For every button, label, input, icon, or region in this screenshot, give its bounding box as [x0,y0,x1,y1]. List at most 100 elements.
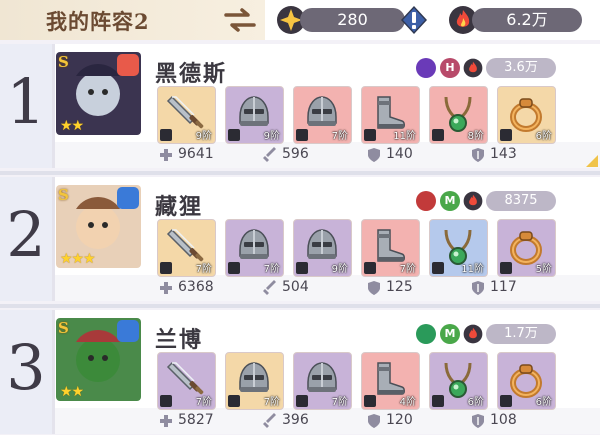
equipment-slot[interactable]: 9阶 [157,86,216,144]
equipment-slot[interactable]: 7阶 [361,219,420,277]
equipment-slot[interactable]: 5阶 [497,219,556,277]
corner-marker-icon [586,155,598,167]
equipment-slot[interactable]: 7阶 [225,219,284,277]
lineup-title-tab[interactable]: 我的阵容2 [0,0,265,40]
equipment-slot[interactable]: 11阶 [429,219,488,277]
equipment-level: 9阶 [195,131,212,142]
hero-portrait[interactable]: S ★★ [56,318,141,401]
hero-name: 黑德斯 [155,61,228,87]
hp-cross-icon [158,413,174,429]
stat-hp: 5827 [178,412,214,428]
swap-icon[interactable] [222,7,258,33]
equipment-type-icon [228,395,240,407]
equipment-slot[interactable]: 7阶 [293,86,352,144]
equipment-slot[interactable]: 6阶 [497,86,556,144]
attack-sword-icon [262,413,278,429]
stat-defense: 125 [386,279,413,295]
grade-badge: M [440,324,460,344]
equipment-slot[interactable]: 7阶 [293,352,352,410]
lineup-title: 我的阵容2 [46,9,150,34]
total-power-value: 6.2万 [506,10,548,29]
equipment-level: 7阶 [195,264,212,275]
hero-power-pill: 1.7万 [486,324,556,344]
element-icon [416,191,436,211]
equipment-level: 7阶 [263,264,280,275]
equipment-level: 6阶 [467,397,484,408]
hero-portrait[interactable]: S ★★★ [56,185,141,268]
hero-rank: S [58,319,69,337]
hero-portrait[interactable]: S ★★ [56,52,141,135]
equipment-slot[interactable]: 7阶 [225,352,284,410]
hero-stars: ★★ [60,384,84,400]
row-number: 3 [6,331,46,404]
hero-name: 兰博 [155,327,204,353]
equipment-slot[interactable]: 9阶 [293,219,352,277]
row-number: 2 [6,198,46,271]
equipment-level: 11阶 [461,264,484,275]
hero-row[interactable]: 3 S ★★ 兰博 M 1.7万 7阶 7阶 7阶 4阶 6阶 6阶 5827 … [0,310,600,434]
equipment-type-icon [500,262,512,274]
row-number-panel: 3 [0,310,55,434]
equipment-slot[interactable]: 9阶 [225,86,284,144]
hero-power-value: 1.7万 [504,326,538,341]
attack-sword-icon [262,147,278,163]
equipment-type-icon [296,262,308,274]
equipment-type-icon [296,129,308,141]
equipment-type-icon [228,262,240,274]
defense-shield-icon [366,280,382,296]
hero-power-pill: 3.6万 [486,58,556,78]
equipment-type-icon [160,262,172,274]
hp-cross-icon [158,280,174,296]
hero-name: 藏狸 [155,194,204,220]
equipment-level: 4阶 [399,397,416,408]
hp-cross-icon [158,147,174,163]
power-flame-icon [463,191,483,211]
defense-shield-icon [366,147,382,163]
equipment-slot[interactable]: 6阶 [497,352,556,410]
stat-band [55,408,600,434]
hero-row[interactable]: 2 S ★★★ 藏狸 M 8375 7阶 7阶 9阶 7阶 11阶 5阶 636… [0,177,600,301]
stat-band [55,275,600,301]
equipment-slot[interactable]: 7阶 [157,219,216,277]
equipment-level: 11阶 [393,131,416,142]
equipment-type-icon [228,129,240,141]
hero-power-pill: 8375 [486,191,556,211]
equipment-slot[interactable]: 6阶 [429,352,488,410]
row-divider [0,304,600,308]
stat-attack: 596 [282,146,309,162]
hero-stars: ★★★ [60,251,96,267]
stat-band [55,142,600,168]
hero-class-icon [117,54,139,76]
stat-defense: 120 [386,412,413,428]
equipment-slot[interactable]: 4阶 [361,352,420,410]
row-number-panel: 2 [0,177,55,301]
alert-icon[interactable] [398,4,430,36]
equipment-level: 6阶 [535,131,552,142]
hero-rank: S [58,53,69,71]
equipment-level: 7阶 [399,264,416,275]
equipment-level: 9阶 [331,264,348,275]
equipment-level: 8阶 [467,131,484,142]
power-flame-icon [463,58,483,78]
equipment-type-icon [432,262,444,274]
hero-row[interactable]: 1 S ★★ 黑德斯 H 3.6万 9阶 9阶 7阶 11阶 8阶 6阶 964… [0,44,600,168]
equipment-slot[interactable]: 8阶 [429,86,488,144]
equipment-type-icon [432,129,444,141]
equipment-type-icon [364,262,376,274]
hero-class-icon [117,320,139,342]
hero-power-value: 8375 [504,193,538,208]
stat-hp: 6368 [178,279,214,295]
currency-counter: 280 [300,8,405,32]
element-icon [416,324,436,344]
equipment-slot[interactable]: 11阶 [361,86,420,144]
row-number: 1 [6,65,46,138]
equipment-type-icon [432,395,444,407]
equipment-level: 9阶 [263,131,280,142]
equipment-level: 7阶 [331,131,348,142]
equipment-slot[interactable]: 7阶 [157,352,216,410]
equipment-type-icon [500,129,512,141]
attack-sword-icon [262,280,278,296]
equipment-type-icon [500,395,512,407]
hero-class-icon [117,187,139,209]
grade-badge: H [440,58,460,78]
